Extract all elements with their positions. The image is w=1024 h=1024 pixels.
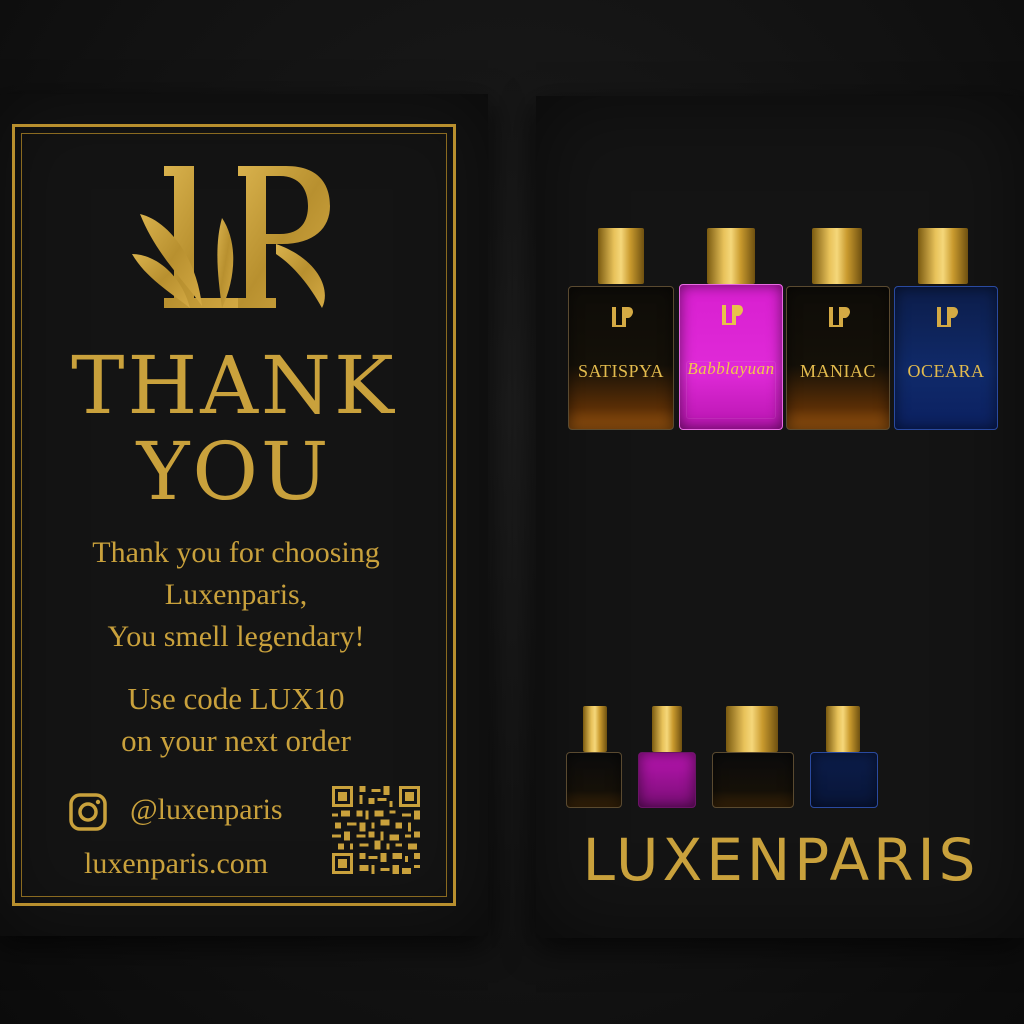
discount-code-line2: on your next order <box>121 723 351 758</box>
qr-code[interactable] <box>332 786 420 874</box>
lp-mini-logo <box>937 307 958 327</box>
instagram-handle[interactable]: @luxenparis <box>130 790 283 830</box>
bottle-oceara: OCEARA <box>894 228 998 430</box>
lp-monogram-logo <box>132 166 330 308</box>
thank-title-line1: THANK <box>71 339 397 432</box>
small-bottle-blue <box>810 706 878 810</box>
brand-name: LUXENPARIS <box>582 826 980 894</box>
bottle-satispya: SATISPYA <box>568 228 674 430</box>
small-bottle-pink <box>638 706 696 810</box>
product-card: SATISPYA Babblayuan MANIAC OCEARA LUXENP… <box>536 96 1024 938</box>
bottle-name-label: Babblayuan <box>687 359 775 378</box>
bottle-name-label: SATISPYA <box>577 361 665 381</box>
lp-mini-logo <box>722 305 743 325</box>
lp-mini-logo <box>829 307 850 327</box>
message-line2: Luxenparis, <box>164 578 308 611</box>
instagram-icon <box>69 793 107 831</box>
bottle-babblayuan: Babblayuan <box>679 228 783 430</box>
website-link[interactable]: luxenparis.com <box>84 844 268 884</box>
lp-mini-logo <box>612 307 633 327</box>
thank-you-card: THANK YOU Thank you for choosing Luxenpa… <box>0 94 488 936</box>
bottle-maniac: MANIAC <box>786 228 890 430</box>
small-bottle-black <box>566 706 622 810</box>
bottle-name-label: OCEARA <box>907 361 985 381</box>
small-bottle-black-wide <box>712 706 794 810</box>
bottle-name-label: MANIAC <box>799 361 876 381</box>
discount-code-line1: Use code LUX10 <box>127 681 345 716</box>
message-line3: You smell legendary! <box>107 620 365 653</box>
message-line1: Thank you for choosing <box>92 536 380 569</box>
thank-title-line2: YOU <box>136 425 332 518</box>
